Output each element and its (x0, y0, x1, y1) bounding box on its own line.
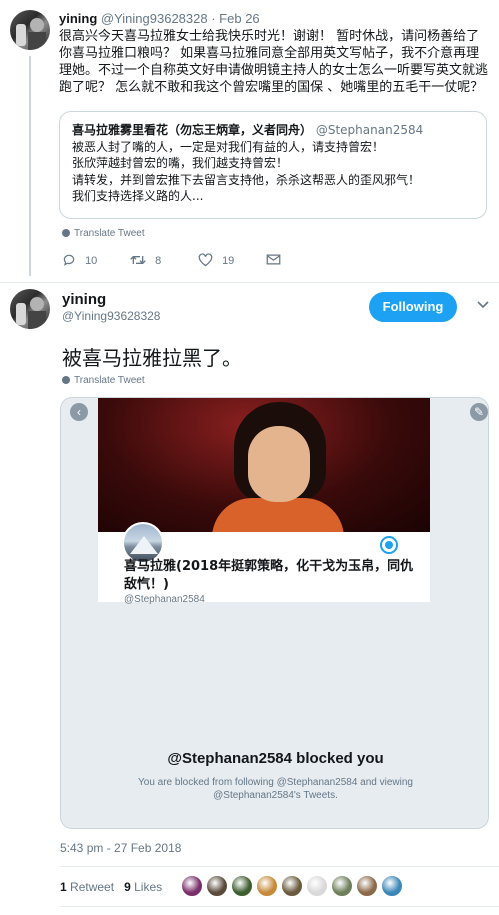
quoted-author-name: 喜马拉雅雾里看花（勿忘王炳章，义者同舟） (72, 123, 313, 137)
profile-card: 喜马拉雅(2018年挺郭策略，化干戈为玉帛，同仇敌忾！) (98, 522, 430, 602)
likes-stat[interactable]: 9 Likes (124, 880, 162, 894)
liker-avatar[interactable] (306, 875, 328, 897)
chevron-down-icon[interactable] (477, 300, 489, 310)
reply-icon (63, 254, 75, 266)
divider (60, 906, 499, 907)
quoted-line: 我们支持选择义路的人... (72, 189, 204, 203)
profile-name: 喜马拉雅(2018年挺郭策略，化干戈为玉帛，同仇敌忾！) (124, 559, 414, 592)
retweet-count: 8 (155, 255, 162, 267)
profile-handle: @Stephanan2584 (124, 594, 205, 605)
tweet-text: 很高兴今天喜马拉雅女士给我快乐时光！谢谢！ 暂时休战，请问杨善给了你喜马拉雅口粮… (59, 29, 489, 95)
liker-avatar[interactable] (331, 875, 353, 897)
retweet-button[interactable]: 8 (130, 253, 161, 267)
author-handle[interactable]: @Yining93628328 (101, 11, 208, 26)
liker-avatar[interactable] (231, 875, 253, 897)
like-count: 19 (222, 255, 235, 267)
like-button[interactable]: 19 (198, 253, 234, 267)
tweet-timestamp[interactable]: 5:43 pm - 27 Feb 2018 (60, 841, 181, 855)
translate-tweet-link[interactable]: Translate Tweet (62, 375, 145, 386)
author-name[interactable]: yining (59, 11, 97, 26)
globe-icon (62, 229, 70, 237)
divider (60, 866, 499, 867)
heart-icon (198, 253, 213, 267)
retweet-icon (130, 255, 146, 265)
screenshot-card[interactable]: ‹ ✎ 喜马拉雅(2018年挺郭策略，化干戈为玉帛，同仇敌忾！) @Stepha… (60, 397, 489, 829)
liker-avatar[interactable] (181, 875, 203, 897)
liker-avatar[interactable] (356, 875, 378, 897)
avatar[interactable] (10, 289, 50, 329)
following-button[interactable]: Following (369, 292, 457, 322)
direct-message-button[interactable] (266, 253, 281, 266)
liker-avatar[interactable] (281, 875, 303, 897)
pencil-icon[interactable]: ✎ (470, 403, 488, 421)
author-name[interactable]: yining (62, 291, 106, 308)
envelope-icon (266, 254, 281, 265)
quoted-line: 张欣萍越封曾宏的嘴，我们越支持曾宏！ (72, 156, 289, 170)
quoted-line: 被恶人封了嘴的人，一定是对我们有益的人，请支持曾宏！ (72, 139, 385, 154)
avatar[interactable] (10, 10, 50, 50)
tweet-date[interactable]: · Feb 26 (211, 11, 259, 26)
tweet-text: 被喜马拉雅拉黑了。 (62, 346, 242, 370)
blocked-title: @Stephanan2584 blocked you (167, 750, 384, 767)
retweet-stat[interactable]: 1 Retweet (60, 880, 114, 894)
divider (0, 282, 499, 283)
tweet-header: yining @Yining93628328 · Feb 26 (59, 11, 260, 26)
liker-avatar[interactable] (206, 875, 228, 897)
tweet-stats: 1 Retweet 9 Likes (60, 880, 162, 894)
liker-avatar[interactable] (381, 875, 403, 897)
quoted-reply-tweet: yining @Yining93628328 · Feb 26 很高兴今天喜马拉… (0, 0, 499, 283)
reply-count: 10 (85, 255, 98, 267)
quoted-line: 请转发，并到曾宏推下去留言支持他，杀杀这帮恶人的歪风邪气！ (72, 172, 421, 187)
chevron-left-icon[interactable]: ‹ (70, 403, 88, 421)
thread-line (29, 56, 31, 276)
quoted-author-handle: @Stephanan2584 (315, 123, 424, 137)
quoted-tweet[interactable]: 喜马拉雅雾里看花（勿忘王炳章，义者同舟） @Stephanan2584 被恶人封… (59, 111, 487, 219)
settings-icon[interactable] (380, 536, 398, 554)
blocked-message: You are blocked from following @Stephana… (138, 777, 413, 801)
reply-button[interactable]: 10 (62, 253, 97, 267)
profile-banner-image (98, 398, 430, 532)
author-handle[interactable]: @Yining93628328 (62, 309, 160, 323)
translate-tweet-link[interactable]: Translate Tweet (62, 228, 145, 239)
globe-icon (62, 376, 70, 384)
liker-avatar[interactable] (256, 875, 278, 897)
